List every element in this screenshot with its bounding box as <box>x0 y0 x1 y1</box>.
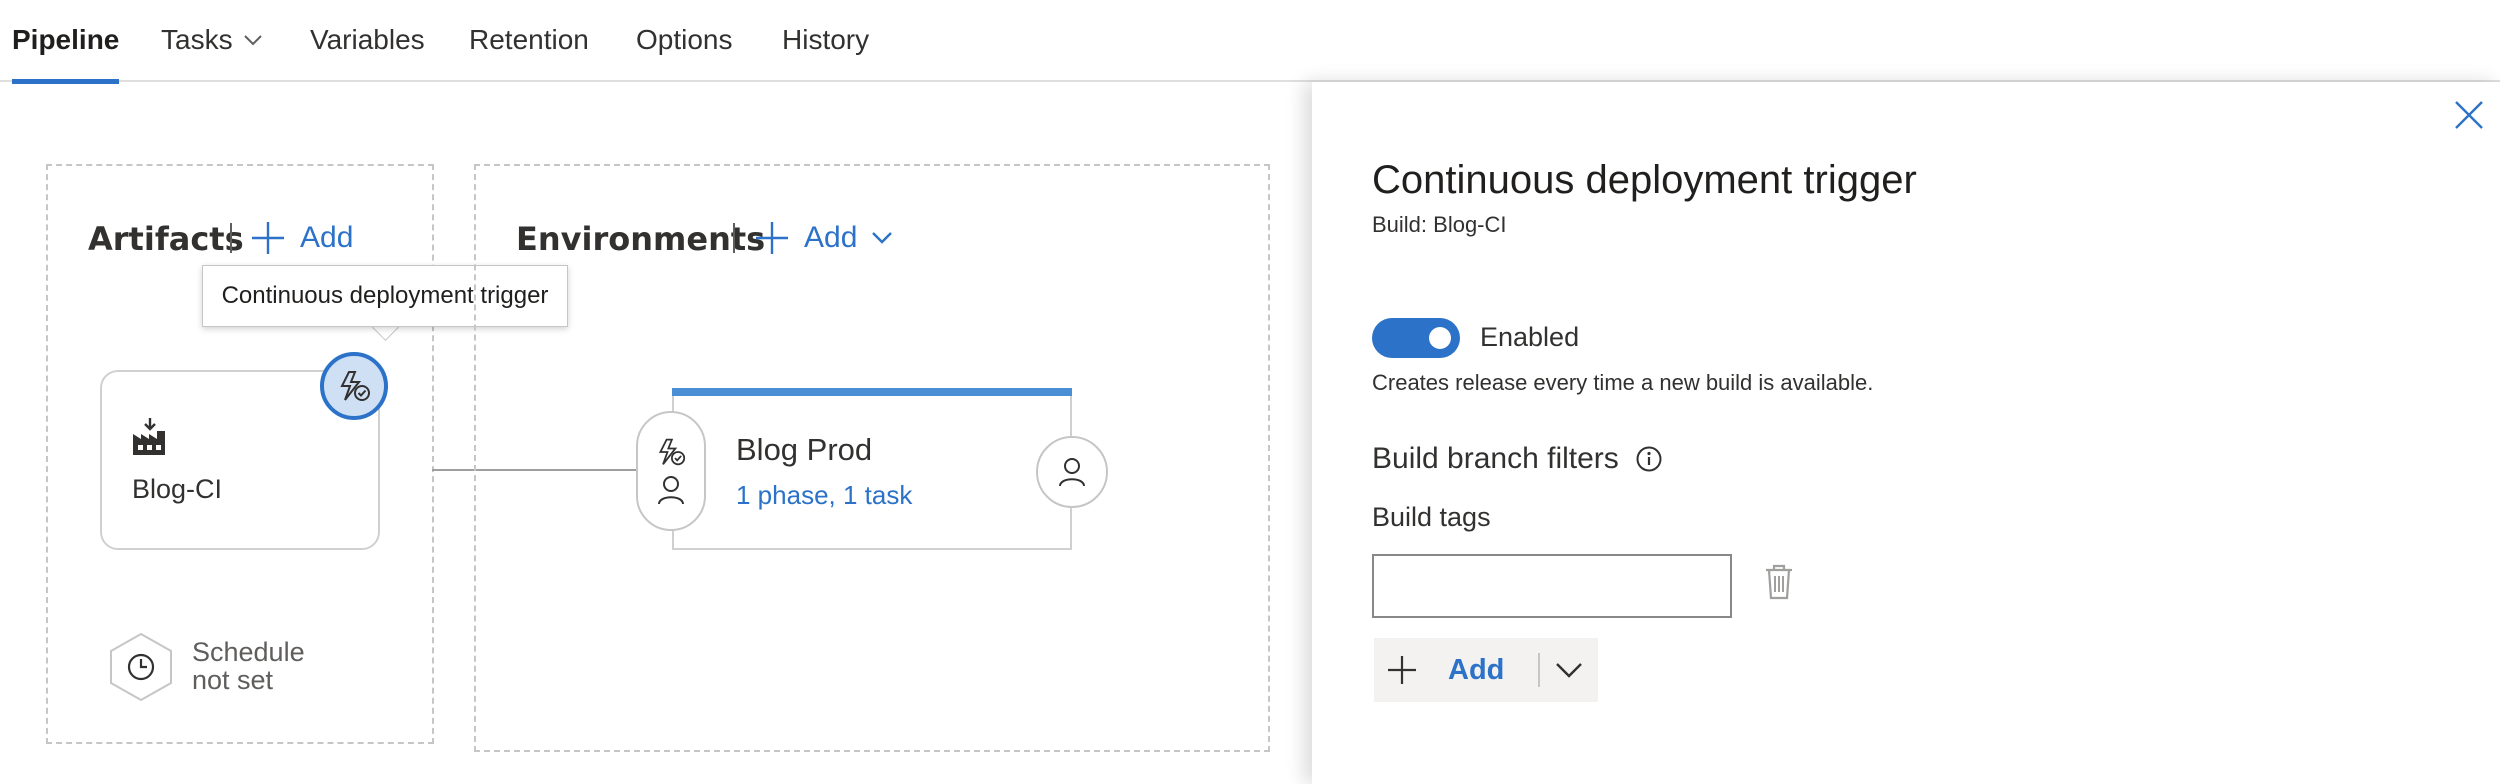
add-artifact-label: Add <box>300 221 354 254</box>
add-build-tag-label: Add <box>1448 653 1505 686</box>
artifacts-separator <box>230 223 232 253</box>
close-icon[interactable] <box>2452 98 2486 132</box>
add-environment-button[interactable]: Add <box>754 220 893 256</box>
trigger-enabled-toggle[interactable] <box>1372 318 1460 358</box>
tab-options[interactable]: Options <box>636 24 733 82</box>
tab-options-label: Options <box>636 24 733 55</box>
environments-title: Environments <box>516 220 766 258</box>
trigger-settings-panel: Continuous deployment trigger Build: Blo… <box>1312 82 2500 784</box>
add-artifact-button[interactable]: Add <box>250 220 353 256</box>
tab-tasks-label: Tasks <box>161 24 233 55</box>
tab-retention-label: Retention <box>469 24 589 55</box>
post-deployment-approvals-button[interactable] <box>1036 436 1108 508</box>
plus-icon <box>756 222 788 254</box>
tab-variables[interactable]: Variables <box>310 24 425 82</box>
chevron-down-icon <box>243 35 262 46</box>
artifacts-title: Artifacts <box>88 220 244 258</box>
artifact-name: Blog-CI <box>132 474 223 504</box>
build-branch-filters-heading: Build branch filters <box>1372 442 1663 476</box>
plus-icon <box>252 222 284 254</box>
environments-separator <box>733 223 735 253</box>
add-build-tag-button[interactable]: Add <box>1374 638 1504 702</box>
build-factory-icon <box>133 418 165 455</box>
add-environment-label: Add <box>804 221 858 254</box>
tab-history[interactable]: History <box>782 24 869 82</box>
trash-icon[interactable] <box>1764 564 1794 600</box>
schedule-clock-icon[interactable] <box>108 632 174 702</box>
tab-pipeline-label: Pipeline <box>12 24 120 55</box>
trigger-description: Creates release every time a new build i… <box>1372 370 1874 395</box>
schedule-line-2: not set <box>192 665 274 695</box>
panel-title: Continuous deployment trigger <box>1372 158 1917 202</box>
info-icon[interactable] <box>1635 445 1663 473</box>
schedule-line-1: Schedule <box>192 637 305 667</box>
add-build-tag-dropdown[interactable] <box>1540 638 1598 702</box>
chevron-down-icon <box>1556 663 1583 678</box>
person-icon <box>658 476 684 505</box>
tab-retention[interactable]: Retention <box>469 24 589 82</box>
tab-pipeline[interactable]: Pipeline <box>12 24 120 84</box>
chevron-down-icon[interactable] <box>871 231 893 245</box>
tab-variables-label: Variables <box>310 24 425 55</box>
lightning-check-icon <box>340 371 370 401</box>
environment-card-blog-prod[interactable]: Blog Prod 1 phase, 1 task <box>672 388 1072 550</box>
add-build-tag-split-button: Add <box>1374 638 1598 702</box>
environment-tasks-link[interactable]: 1 phase, 1 task <box>736 480 912 511</box>
schedule-status: Schedule not set <box>192 638 305 694</box>
tab-bar: Pipeline Tasks Variables Retention Optio… <box>0 0 2500 84</box>
lightning-check-icon <box>658 438 686 466</box>
pre-deployment-conditions-button[interactable] <box>636 411 706 531</box>
filters-title-text: Build branch filters <box>1372 442 1619 475</box>
environment-name: Blog Prod <box>736 432 873 467</box>
person-icon <box>1059 458 1085 487</box>
plus-icon <box>1388 656 1416 684</box>
continuous-deployment-trigger-button[interactable] <box>320 352 388 420</box>
tab-history-label: History <box>782 24 870 55</box>
toggle-label: Enabled <box>1480 322 1580 352</box>
tab-tasks[interactable]: Tasks <box>161 24 263 82</box>
build-tags-label: Build tags <box>1372 502 1491 532</box>
panel-subtitle: Build: Blog-CI <box>1372 212 1507 237</box>
build-tags-input[interactable] <box>1372 554 1732 618</box>
